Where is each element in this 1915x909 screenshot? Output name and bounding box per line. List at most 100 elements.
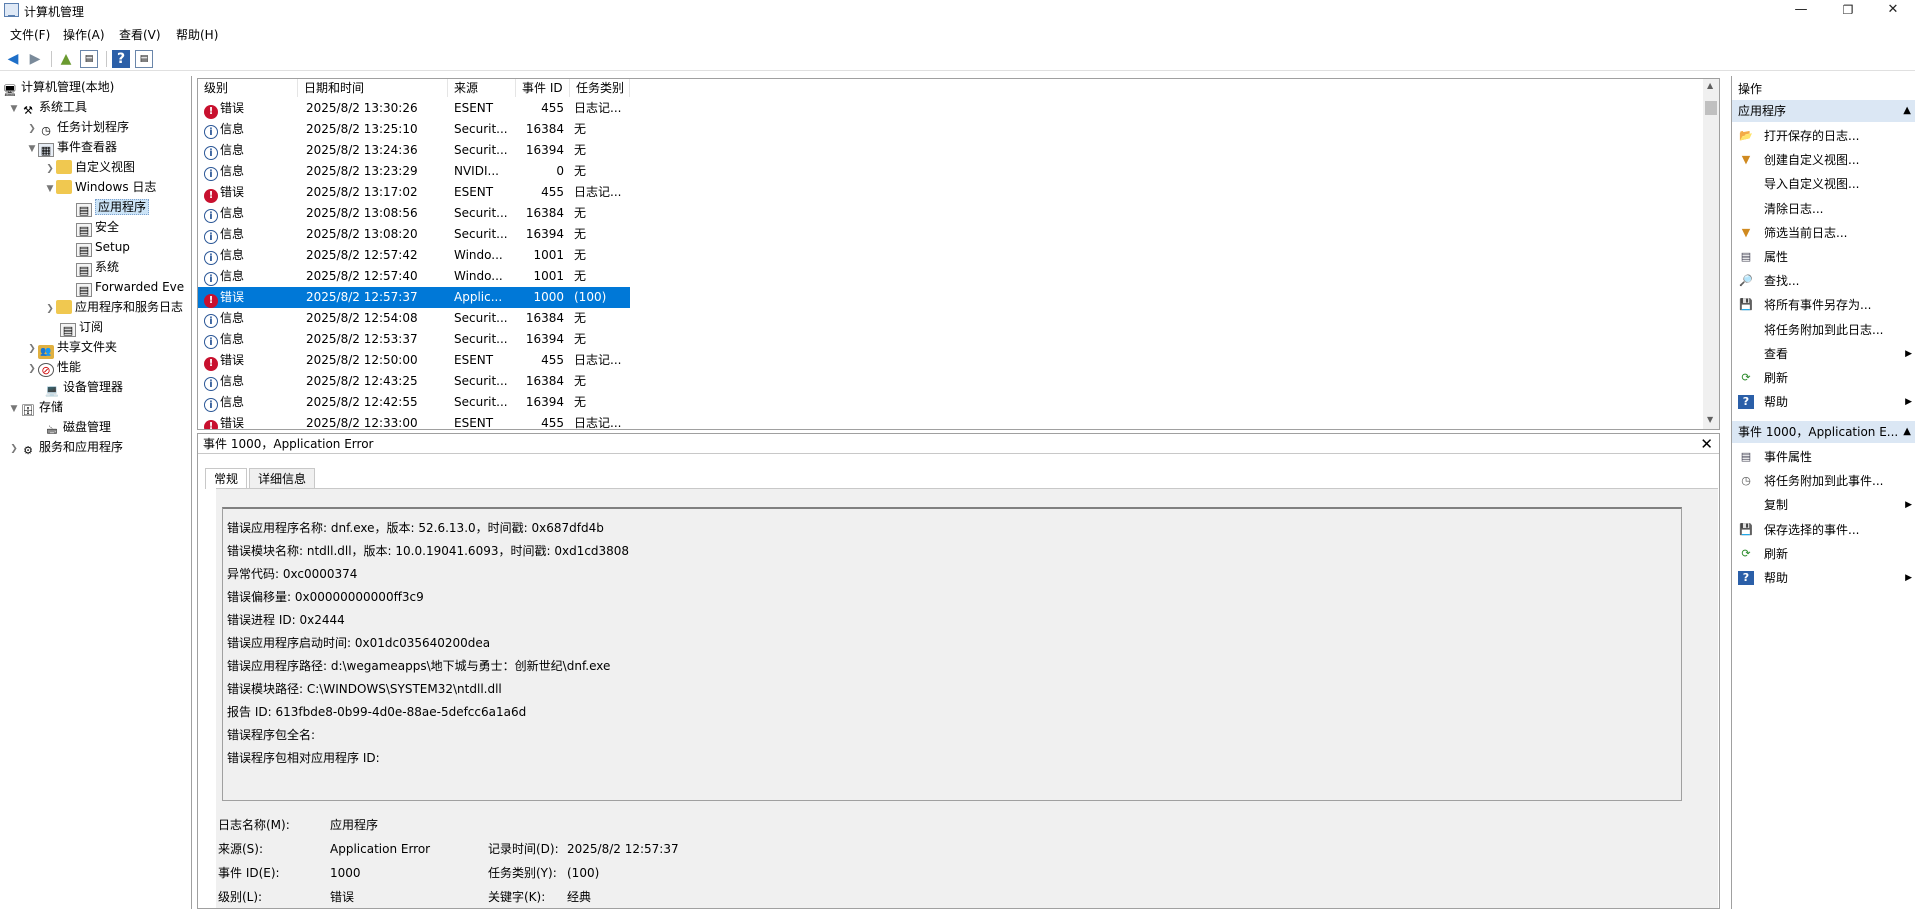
action-item[interactable]: 复制 ▶ xyxy=(1732,493,1915,517)
menu-action[interactable]: 操作(A) xyxy=(63,26,105,43)
action-item[interactable]: ▼ 创建自定义视图... xyxy=(1732,148,1915,172)
level-cell: i 信息 xyxy=(204,140,294,161)
tree-node-disk-management[interactable]: 🖮 磁盘管理 xyxy=(44,418,112,437)
tree-node-setup[interactable]: ▤ Setup xyxy=(76,238,130,257)
minimize-button[interactable]: — xyxy=(1779,0,1823,22)
tree-node-system-tools[interactable]: ▼ ⚒ 系统工具 xyxy=(8,98,87,118)
table-row[interactable]: i 信息 2025/8/2 12:54:08 Securit... 16384 无 xyxy=(198,308,630,329)
table-row[interactable]: ! 错误 2025/8/2 13:30:26 ESENT 455 日志记... xyxy=(198,98,630,119)
tree-node-subscriptions[interactable]: ▤ 订阅 xyxy=(60,318,103,337)
action-item[interactable]: ▤ 属性 xyxy=(1732,245,1915,269)
chevron-right-icon[interactable]: ❯ xyxy=(26,340,38,358)
column-header-task-category[interactable]: 任务类别 xyxy=(570,79,630,97)
level-cell: i 信息 xyxy=(204,266,294,287)
tree-node-app-service-logs[interactable]: ❯ 应用程序和服务日志 xyxy=(44,298,183,316)
table-row[interactable]: i 信息 2025/8/2 12:57:40 Windo... 1001 无 xyxy=(198,266,630,287)
table-row[interactable]: i 信息 2025/8/2 13:23:29 NVIDI... 0 无 xyxy=(198,161,630,182)
menu-view[interactable]: 查看(V) xyxy=(119,26,161,43)
back-icon[interactable]: ◀ xyxy=(4,50,22,68)
restore-button[interactable]: ❐ xyxy=(1826,0,1870,22)
column-header-datetime[interactable]: 日期和时间 xyxy=(298,79,448,97)
chevron-right-icon[interactable]: ❯ xyxy=(26,120,38,138)
tab-general[interactable]: 常规 xyxy=(205,468,248,489)
actions-section-event[interactable]: 事件 1000，Application E... ▲ xyxy=(1732,421,1915,443)
refresh-icon: ⟳ xyxy=(1741,546,1751,560)
action-item[interactable]: ⟳ 刷新 xyxy=(1732,366,1915,390)
table-row[interactable]: i 信息 2025/8/2 13:08:20 Securit... 16394 无 xyxy=(198,224,630,245)
event-list-header: 级别 日期和时间 来源 事件 ID 任务类别 xyxy=(198,79,1703,97)
table-row[interactable]: i 信息 2025/8/2 12:43:25 Securit... 16384 无 xyxy=(198,371,630,392)
show-hide-action-pane-icon[interactable]: ▤ xyxy=(135,50,153,68)
action-item[interactable]: 清除日志... xyxy=(1732,197,1915,221)
action-item[interactable]: ▤ 事件属性 xyxy=(1732,445,1915,469)
table-row[interactable]: i 信息 2025/8/2 12:42:55 Securit... 16394 无 xyxy=(198,392,630,413)
collapse-icon[interactable]: ▲ xyxy=(1903,421,1911,443)
chevron-right-icon[interactable]: ❯ xyxy=(26,360,38,378)
event-message-box[interactable]: 错误应用程序名称: dnf.exe，版本: 52.6.13.0，时间戳: 0x6… xyxy=(222,507,1682,801)
chevron-down-icon[interactable]: ▼ xyxy=(44,180,56,198)
action-item[interactable]: ⟳ 刷新 xyxy=(1732,542,1915,566)
tree-node-services-apps[interactable]: ❯ ⚙ 服务和应用程序 xyxy=(8,438,123,458)
column-header-event-id[interactable]: 事件 ID xyxy=(516,79,570,97)
action-item[interactable]: 导入自定义视图... xyxy=(1732,172,1915,196)
collapse-icon[interactable]: ▲ xyxy=(1903,100,1911,122)
action-item[interactable]: 💾 保存选择的事件... xyxy=(1732,518,1915,542)
action-item[interactable]: 查看 ▶ xyxy=(1732,342,1915,366)
menu-file[interactable]: 文件(F) xyxy=(10,26,50,43)
table-row[interactable]: ! 错误 2025/8/2 12:33:00 ESENT 455 日志记... xyxy=(198,413,630,429)
forward-icon[interactable]: ▶ xyxy=(26,50,44,68)
table-row[interactable]: i 信息 2025/8/2 12:57:42 Windo... 1001 无 xyxy=(198,245,630,266)
table-row[interactable]: i 信息 2025/8/2 13:25:10 Securit... 16384 无 xyxy=(198,119,630,140)
table-row[interactable]: ! 错误 2025/8/2 13:17:02 ESENT 455 日志记... xyxy=(198,182,630,203)
tree-node-security[interactable]: ▤ 安全 xyxy=(76,218,119,237)
chevron-right-icon[interactable]: ❯ xyxy=(44,160,56,178)
action-item[interactable]: ? 帮助 ▶ xyxy=(1732,390,1915,414)
scrollbar-thumb[interactable] xyxy=(1705,101,1717,115)
table-row[interactable]: i 信息 2025/8/2 13:08:56 Securit... 16384 无 xyxy=(198,203,630,224)
action-item[interactable]: 💾 将所有事件另存为... xyxy=(1732,293,1915,317)
level-cell: i 信息 xyxy=(204,392,294,413)
tree-node-device-manager[interactable]: 💻 设备管理器 xyxy=(44,378,123,397)
show-hide-tree-icon[interactable]: ▤ xyxy=(80,50,98,68)
up-level-icon[interactable]: ▲ xyxy=(57,50,75,68)
chevron-right-icon[interactable]: ❯ xyxy=(44,300,56,318)
tree-node-shared-folders[interactable]: ❯ 👥 共享文件夹 xyxy=(26,338,117,359)
action-item[interactable]: 📂 打开保存的日志... xyxy=(1732,124,1915,148)
table-row[interactable]: ! 错误 2025/8/2 12:50:00 ESENT 455 日志记... xyxy=(198,350,630,371)
tree-node-application[interactable]: ▤ 应用程序 xyxy=(76,198,150,217)
chevron-down-icon[interactable]: ▼ xyxy=(8,400,20,418)
tree-node-event-viewer[interactable]: ▼ ▦ 事件查看器 xyxy=(26,138,117,158)
action-item[interactable]: 将任务附加到此日志... xyxy=(1732,318,1915,342)
tree-node-windows-logs[interactable]: ▼ Windows 日志 xyxy=(44,178,156,196)
actions-section-application[interactable]: 应用程序 ▲ xyxy=(1732,100,1915,122)
scroll-up-icon[interactable]: ▲ xyxy=(1707,81,1713,90)
tree-node-task-scheduler[interactable]: ❯ ◷ 任务计划程序 xyxy=(26,118,129,138)
tree-node-system[interactable]: ▤ 系统 xyxy=(76,258,119,277)
tree-node-computer-management[interactable]: 🖥 计算机管理(本地) xyxy=(2,78,114,97)
table-row[interactable]: i 信息 2025/8/2 13:24:36 Securit... 16394 无 xyxy=(198,140,630,161)
chevron-down-icon[interactable]: ▼ xyxy=(26,140,38,158)
menu-help[interactable]: 帮助(H) xyxy=(176,26,218,43)
event-list-scrollbar[interactable]: ▲ ▼ xyxy=(1703,79,1719,429)
close-icon[interactable]: ✕ xyxy=(1700,434,1713,454)
action-item[interactable]: 🔎 查找... xyxy=(1732,269,1915,293)
tree-node-custom-views[interactable]: ❯ 自定义视图 xyxy=(44,158,135,176)
chevron-right-icon[interactable]: ❯ xyxy=(8,440,20,458)
tree-node-storage[interactable]: ▼ 🗄 存储 xyxy=(8,398,63,418)
tree-node-forwarded-events[interactable]: ▤ Forwarded Eve xyxy=(76,278,184,297)
column-header-level[interactable]: 级别 xyxy=(198,79,298,97)
action-item[interactable]: ▼ 筛选当前日志... xyxy=(1732,221,1915,245)
help-icon[interactable]: ? xyxy=(112,50,130,68)
tree-node-performance[interactable]: ❯ ⊘ 性能 xyxy=(26,358,81,378)
table-row[interactable]: ! 错误 2025/8/2 12:57:37 Applic... 1000 (100) xyxy=(198,287,630,308)
date-cell: 2025/8/2 13:23:29 xyxy=(306,164,418,178)
action-item[interactable]: ◷ 将任务附加到此事件... xyxy=(1732,469,1915,493)
share-icon: 👥 xyxy=(38,345,54,359)
action-item[interactable]: ? 帮助 ▶ xyxy=(1732,566,1915,590)
table-row[interactable]: i 信息 2025/8/2 12:53:37 Securit... 16394 无 xyxy=(198,329,630,350)
close-button[interactable]: ✕ xyxy=(1871,0,1915,22)
column-header-source[interactable]: 来源 xyxy=(448,79,516,97)
chevron-down-icon[interactable]: ▼ xyxy=(8,100,20,118)
scroll-down-icon[interactable]: ▼ xyxy=(1707,415,1713,424)
tab-details[interactable]: 详细信息 xyxy=(249,468,316,488)
